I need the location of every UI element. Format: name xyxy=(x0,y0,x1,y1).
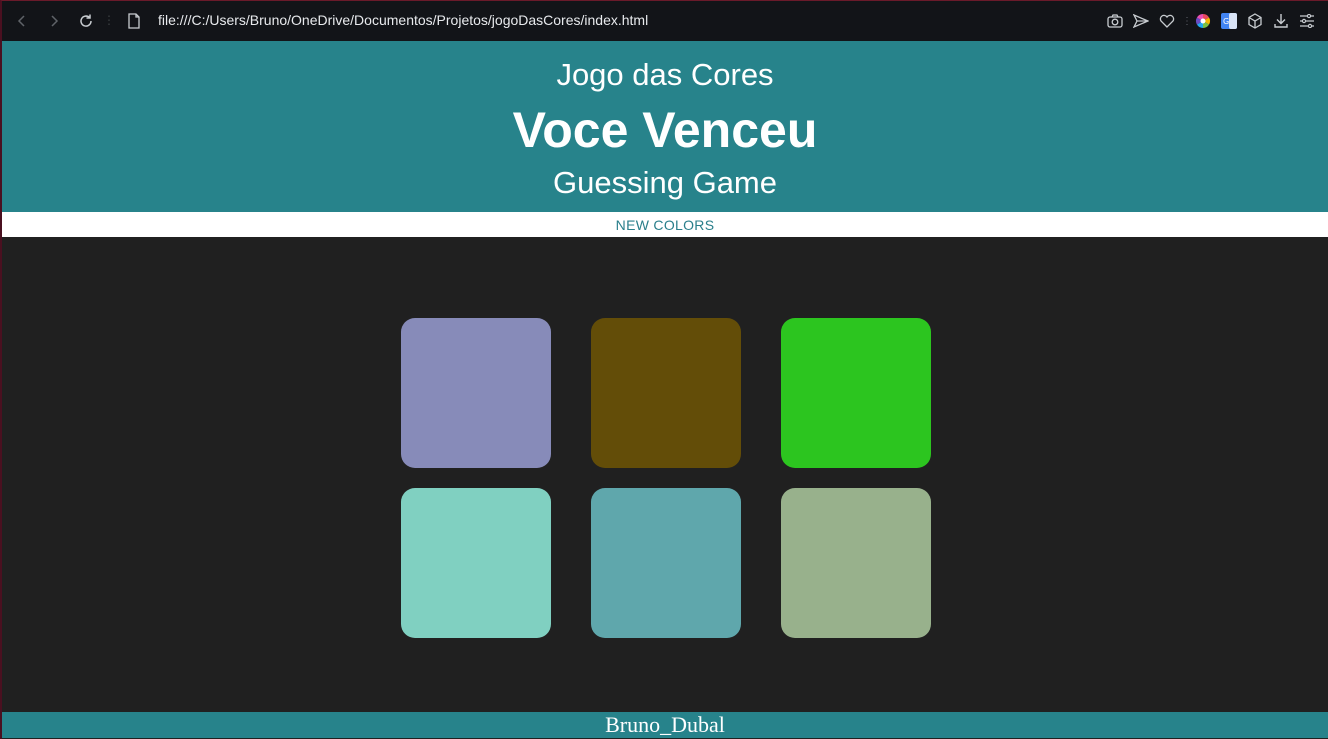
new-colors-button[interactable]: NEW COLORS xyxy=(616,217,715,233)
send-icon[interactable] xyxy=(1130,10,1152,32)
color-square-2[interactable] xyxy=(591,318,741,468)
address-bar[interactable]: file:///C:/Users/Bruno/OneDrive/Document… xyxy=(158,12,648,28)
browser-window: ⋮ file:///C:/Users/Bruno/OneDrive/Docume… xyxy=(0,0,1328,739)
color-square-3[interactable] xyxy=(781,318,931,468)
header-subtitle-top: Jogo das Cores xyxy=(556,57,774,92)
translate-icon[interactable]: G xyxy=(1218,10,1240,32)
color-wheel-icon[interactable] xyxy=(1192,10,1214,32)
forward-icon[interactable] xyxy=(43,10,65,32)
footer-author: Bruno_Dubal xyxy=(605,712,725,737)
win-message: Voce Venceu xyxy=(512,102,818,158)
back-icon[interactable] xyxy=(11,10,33,32)
color-square-4[interactable] xyxy=(401,488,551,638)
page-icon[interactable] xyxy=(123,10,145,32)
heart-icon[interactable] xyxy=(1156,10,1178,32)
game-header: Jogo das Cores Voce Venceu Guessing Game xyxy=(2,41,1328,212)
controls-bar: NEW COLORS xyxy=(2,212,1328,237)
toolbar-separator: ⋮ xyxy=(1182,15,1192,27)
download-icon[interactable] xyxy=(1270,10,1292,32)
camera-icon[interactable] xyxy=(1104,10,1126,32)
page-footer: Bruno_Dubal xyxy=(2,712,1328,738)
color-square-6[interactable] xyxy=(781,488,931,638)
squares-container xyxy=(2,237,1328,712)
reload-icon[interactable] xyxy=(75,10,97,32)
color-square-5[interactable] xyxy=(591,488,741,638)
color-square-1[interactable] xyxy=(401,318,551,468)
svg-text:G: G xyxy=(1223,17,1229,26)
toolbar-actions: ⋮ G xyxy=(1104,10,1318,32)
cube-icon[interactable] xyxy=(1244,10,1266,32)
browser-toolbar: ⋮ file:///C:/Users/Bruno/OneDrive/Docume… xyxy=(2,1,1328,41)
settings-icon[interactable] xyxy=(1296,10,1318,32)
toolbar-separator: ⋮ xyxy=(103,13,115,27)
header-subtitle-bottom: Guessing Game xyxy=(553,165,777,200)
